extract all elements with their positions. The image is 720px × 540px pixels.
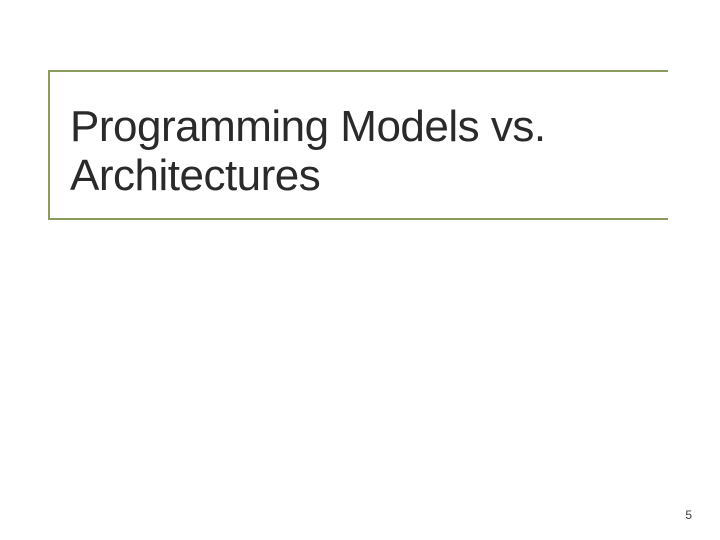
slide-title: Programming Models vs. Architectures (70, 102, 668, 201)
title-frame: Programming Models vs. Architectures (48, 70, 668, 220)
page-number: 5 (685, 508, 692, 522)
